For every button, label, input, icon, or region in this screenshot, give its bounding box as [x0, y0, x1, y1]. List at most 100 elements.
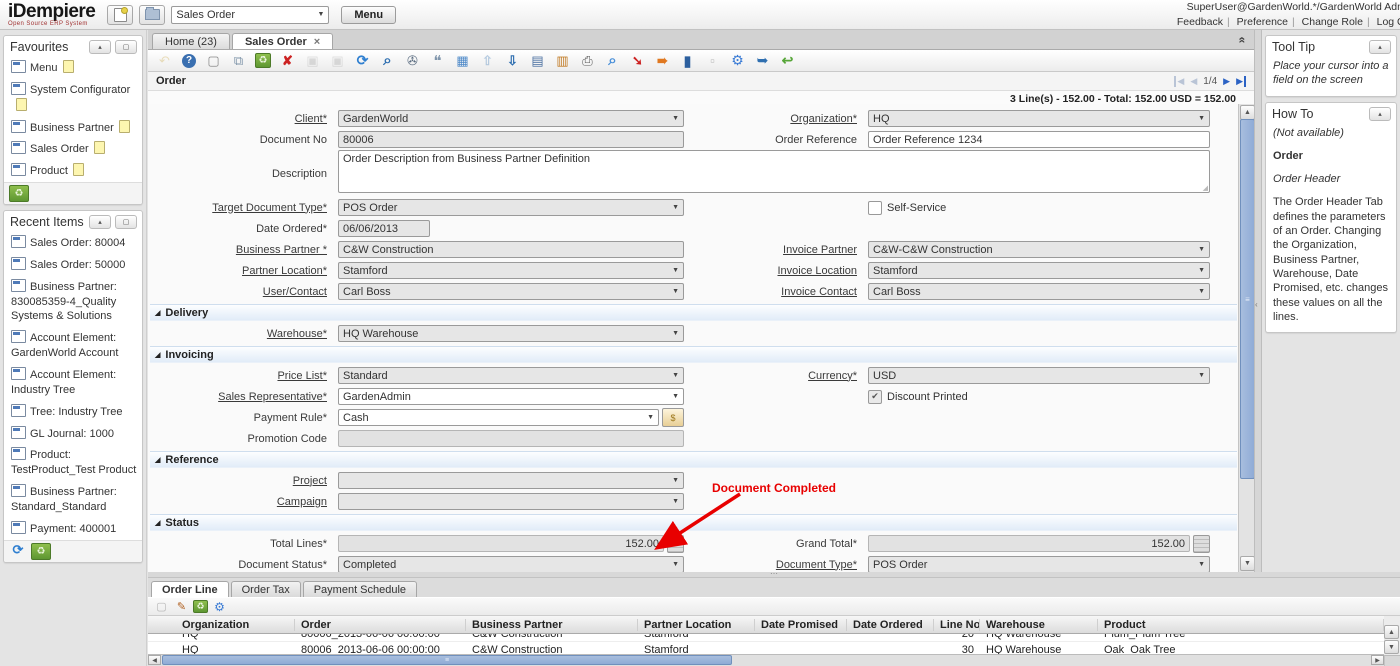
- vertical-splitter[interactable]: ‹: [1254, 30, 1262, 572]
- recent-item[interactable]: GL Journal: 1000: [4, 423, 142, 445]
- parent-record-icon[interactable]: ⇧: [475, 51, 500, 70]
- recent-maximize-button[interactable]: ▢: [115, 215, 137, 229]
- grid-toggle-icon[interactable]: ▦: [450, 51, 475, 70]
- invoice-partner-select[interactable]: C&W-C&W Construction▼: [868, 241, 1210, 258]
- column-header[interactable]: Warehouse: [980, 619, 1098, 631]
- previous-record-icon[interactable]: ◀: [1190, 76, 1197, 87]
- resize-grip-icon[interactable]: ◢: [1203, 184, 1208, 192]
- client-select[interactable]: GardenWorld▼: [338, 110, 684, 127]
- detail-record-icon[interactable]: ⇩: [500, 51, 525, 70]
- recent-item[interactable]: Account Element: GardenWorld Account: [4, 327, 142, 364]
- next-record-icon[interactable]: ▶: [1223, 76, 1230, 87]
- workflow-icon[interactable]: ➘: [625, 51, 650, 70]
- menu-lookup-icon[interactable]: ▥: [550, 51, 575, 70]
- section-invoicing[interactable]: ◢Invoicing: [150, 346, 1237, 363]
- user-contact-select[interactable]: Carl Boss▼: [338, 283, 684, 300]
- find-record-icon[interactable]: ⌕: [375, 51, 400, 70]
- column-header[interactable]: Product: [1098, 619, 1384, 631]
- tab-order-line[interactable]: Order Line: [151, 581, 229, 597]
- price-list-select[interactable]: Standard▼: [338, 367, 684, 384]
- warehouse-select[interactable]: HQ Warehouse▼: [338, 325, 684, 342]
- scroll-down-icon[interactable]: ▼: [1384, 640, 1399, 654]
- new-window-button[interactable]: [107, 5, 133, 25]
- print-preview-icon[interactable]: ⌕: [600, 51, 625, 70]
- process-icon[interactable]: ⚙: [725, 51, 750, 70]
- favourites-collapse-button[interactable]: ▴: [89, 40, 111, 54]
- record-info-icon[interactable]: ▤: [525, 51, 550, 70]
- section-delivery[interactable]: ◢Delivery: [150, 304, 1237, 321]
- column-header[interactable]: Date Promised: [755, 619, 847, 631]
- document-no-input[interactable]: 80006: [338, 131, 684, 148]
- delete-recent-icon[interactable]: ♻: [31, 543, 51, 560]
- favourites-maximize-button[interactable]: ▢: [115, 40, 137, 54]
- change-role-link[interactable]: Change Role: [1302, 16, 1363, 28]
- recent-item[interactable]: Business Partner: Standard_Standard: [4, 481, 142, 518]
- recent-item[interactable]: Business Partner: 830085359-4_Quality Sy…: [4, 276, 142, 328]
- save-icon[interactable]: ▣: [300, 51, 325, 70]
- scroll-up-icon[interactable]: ▲: [1240, 105, 1254, 120]
- edit-icon[interactable]: ✎: [173, 599, 190, 614]
- order-reference-input[interactable]: Order Reference 1234: [868, 131, 1210, 148]
- favourite-item-business-partner[interactable]: Business Partner: [4, 117, 142, 139]
- undo-icon[interactable]: ↶: [152, 51, 177, 70]
- feedback-link[interactable]: Feedback: [1177, 16, 1223, 28]
- detail-vertical-scrollbar[interactable]: ▲ ▼: [1384, 625, 1399, 654]
- favourite-item-sales-order[interactable]: Sales Order: [4, 138, 142, 160]
- favourite-item-menu[interactable]: Menu: [4, 57, 142, 79]
- export-icon[interactable]: ➥: [750, 51, 775, 70]
- delete-selection-icon[interactable]: ✘: [275, 51, 300, 70]
- recent-collapse-button[interactable]: ▴: [89, 215, 111, 229]
- payment-rule-select[interactable]: Cash▼: [338, 409, 659, 426]
- preference-link[interactable]: Preference: [1237, 16, 1288, 28]
- partner-location-select[interactable]: Stamford▼: [338, 262, 684, 279]
- form-scrollbar[interactable]: ▲ ≡ ▼: [1238, 104, 1254, 572]
- payment-rule-detail-button[interactable]: $: [662, 408, 684, 427]
- column-header[interactable]: Organization: [176, 619, 295, 631]
- chat-icon[interactable]: ❝: [425, 51, 450, 70]
- scroll-left-icon[interactable]: ◀: [148, 655, 161, 665]
- favourite-item-system-configurator[interactable]: System Configurator: [4, 79, 142, 117]
- invoice-location-select[interactable]: Stamford▼: [868, 262, 1210, 279]
- invoice-contact-select[interactable]: Carl Boss▼: [868, 283, 1210, 300]
- recent-item[interactable]: Account Element: Industry Tree: [4, 364, 142, 401]
- copy-record-icon[interactable]: ⧉: [226, 51, 251, 70]
- delete-favourite-icon[interactable]: ♻: [9, 185, 29, 202]
- end-window-icon[interactable]: ↩: [775, 51, 800, 70]
- refresh-icon[interactable]: ⟳: [350, 51, 375, 70]
- tooltip-collapse-button[interactable]: ▴: [1369, 40, 1391, 54]
- favourite-item-product[interactable]: Product: [4, 160, 142, 182]
- currency-select[interactable]: USD▼: [868, 367, 1210, 384]
- scroll-down-icon[interactable]: ▼: [1240, 556, 1254, 571]
- table-row-clipped[interactable]: HQ 80006_2013-06-06 00:00:00 C&W Constru…: [148, 634, 1384, 642]
- attachment-icon[interactable]: ✇: [400, 51, 425, 70]
- column-header[interactable]: Business Partner: [466, 619, 638, 631]
- recent-item[interactable]: Sales Order: 50000: [4, 254, 142, 276]
- column-header[interactable]: Order: [295, 619, 466, 631]
- howto-collapse-button[interactable]: ▴: [1369, 107, 1391, 121]
- section-status[interactable]: ◢Status: [150, 514, 1237, 531]
- logout-link[interactable]: Log Out: [1377, 16, 1400, 28]
- recent-item[interactable]: Tree: Industry Tree: [4, 401, 142, 423]
- first-record-icon[interactable]: ◀: [1174, 76, 1184, 87]
- column-header[interactable]: Line No: [934, 619, 980, 631]
- date-ordered-input[interactable]: 06/06/2013: [338, 220, 430, 237]
- self-service-checkbox[interactable]: [868, 201, 882, 215]
- recent-item[interactable]: Sales Order: 80004: [4, 232, 142, 254]
- tab-payment-schedule[interactable]: Payment Schedule: [303, 581, 417, 597]
- help-icon[interactable]: ?: [182, 54, 196, 68]
- process-icon[interactable]: ⚙: [211, 599, 228, 614]
- column-header[interactable]: Partner Location: [638, 619, 755, 631]
- business-partner-input[interactable]: C&W Construction: [338, 241, 684, 258]
- scrollbar-thumb[interactable]: ≡: [162, 655, 732, 665]
- column-header[interactable]: Date Ordered: [847, 619, 934, 631]
- check-requests-icon[interactable]: ➠: [650, 51, 675, 70]
- tab-order-tax[interactable]: Order Tax: [231, 581, 301, 597]
- detail-horizontal-scrollbar[interactable]: ◀ ≡ ▶: [148, 654, 1384, 666]
- project-select[interactable]: ▼: [338, 472, 684, 489]
- campaign-select[interactable]: ▼: [338, 493, 684, 510]
- recent-item[interactable]: Payment: 400001: [4, 518, 142, 540]
- new-record-icon[interactable]: ▢: [153, 599, 170, 614]
- tab-home[interactable]: Home (23): [152, 33, 230, 49]
- refresh-icon[interactable]: ⟳: [9, 543, 27, 558]
- delete-record-icon[interactable]: ♻: [255, 53, 271, 68]
